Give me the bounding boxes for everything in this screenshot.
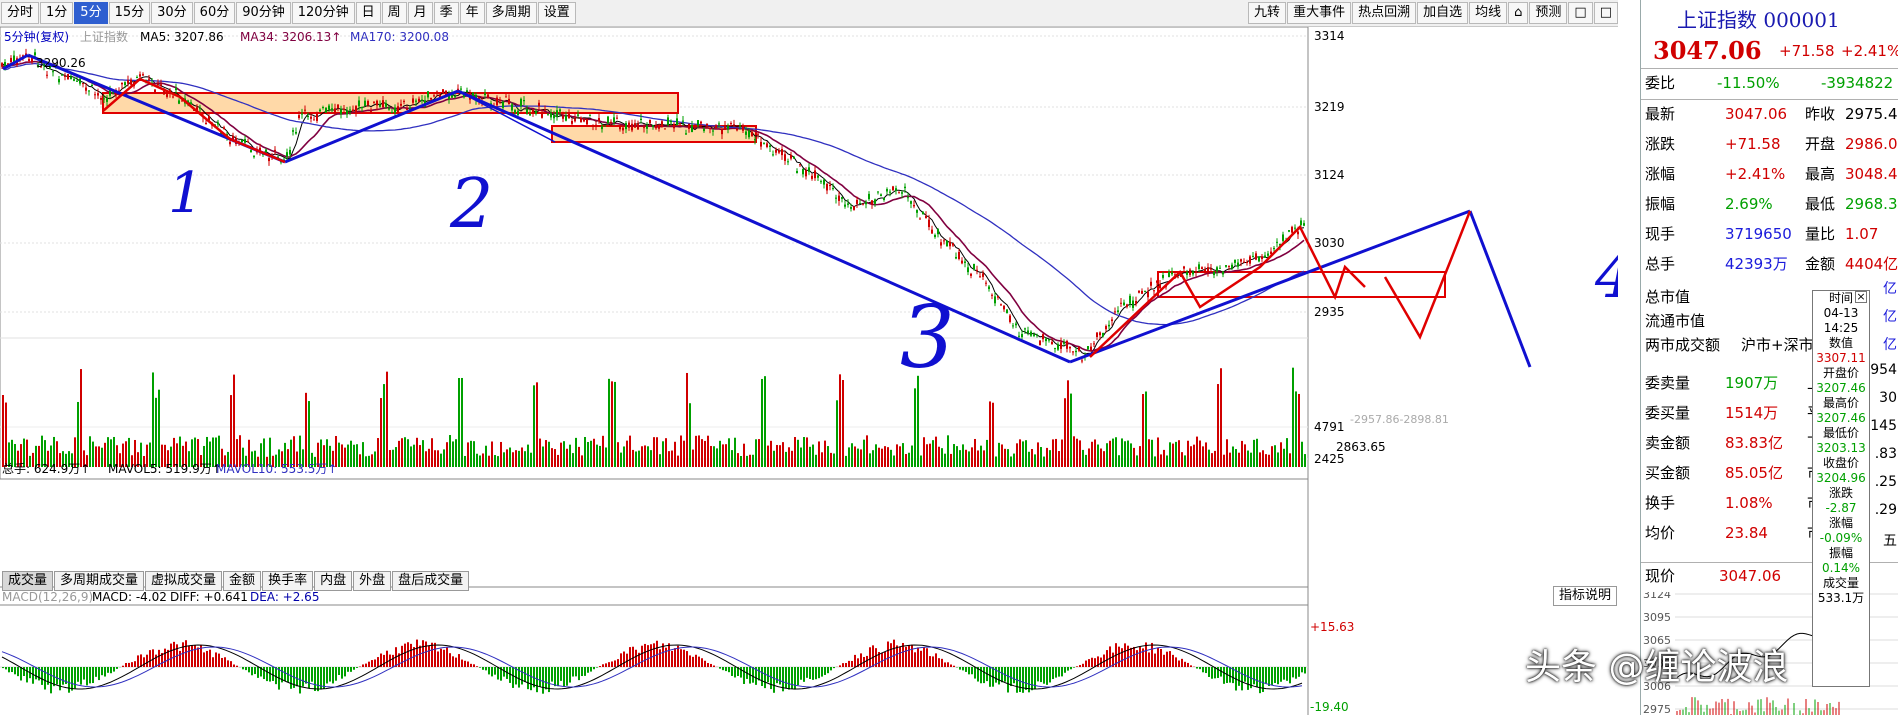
consolidation-boxes xyxy=(102,92,1446,298)
volume-tab-1[interactable]: 多周期成交量 xyxy=(54,571,145,591)
wave-label-1: 1 xyxy=(168,161,204,226)
tool-button-4[interactable]: 均线 xyxy=(1469,2,1508,24)
price-axis-label: 3030 xyxy=(1314,236,1345,250)
partial-value: 145 xyxy=(1870,418,1897,434)
legend-period: 5分钟(复权) xyxy=(4,29,69,44)
panel-price: 3047.06 xyxy=(1653,36,1762,65)
panel-change-pct: +2.41% xyxy=(1841,42,1898,60)
period-tab-13[interactable]: 多周期 xyxy=(485,2,537,24)
partial-value: 30 xyxy=(1879,390,1897,406)
period-tab-7[interactable]: 120分钟 xyxy=(291,2,355,24)
volume-tab-7[interactable]: 盘后成交量 xyxy=(392,571,470,591)
partial-value: .83 xyxy=(1874,446,1897,462)
panel-title: 上证指数 000001 xyxy=(1677,8,1840,32)
home-icon[interactable]: □ xyxy=(1568,2,1593,24)
watermark: 头条 @缠论波浪 xyxy=(1525,647,1789,688)
volume-tab-2[interactable]: 虚拟成交量 xyxy=(145,571,223,591)
volume-axis-label: 2425 xyxy=(1314,452,1345,466)
partial-value: .25 xyxy=(1874,474,1897,490)
price-axis-label: 3219 xyxy=(1314,100,1345,114)
right-tools: 九转 重大事件 热点回溯 加自选 均线 ⌂ 预测 □ □ xyxy=(1247,0,1618,26)
legend-ma34: MA34: 3206.13↑ xyxy=(240,30,341,44)
period-tab-1[interactable]: 1分 xyxy=(40,2,74,24)
tooltip-close-icon[interactable]: × xyxy=(1855,291,1867,303)
panel-change: +71.58 xyxy=(1779,42,1835,60)
tool-button-0[interactable]: 九转 xyxy=(1248,2,1287,24)
partial-value: 亿 xyxy=(1883,309,1897,325)
period-tab-10[interactable]: 月 xyxy=(407,2,433,24)
quote-row: 最新3047.06昨收2975.48 xyxy=(1645,105,1898,123)
price-axis-label: 2935 xyxy=(1314,305,1345,319)
period-tab-4[interactable]: 30分 xyxy=(151,2,193,24)
volume-tabs: 成交量 多周期成交量 虚拟成交量 金额 换手率 内盘 外盘 盘后成交量 xyxy=(2,571,470,591)
quote-row: 涨幅+2.41%最高3048.49 xyxy=(1645,165,1898,183)
legend-mavol5: MAVOL5: 519.9万↑ xyxy=(108,462,222,476)
volume-tab-5[interactable]: 内盘 xyxy=(314,571,353,591)
wave-label-4: 4 xyxy=(1594,239,1618,312)
mini-axis-label: 3095 xyxy=(1643,611,1671,624)
period-tab-5[interactable]: 60分 xyxy=(193,2,236,24)
tool-button-6[interactable]: 预测 xyxy=(1529,2,1568,24)
legend-diff: DIFF: +0.641 xyxy=(170,590,248,604)
partial-value: 954 xyxy=(1870,362,1897,378)
range-label: -2957.86-2898.81 xyxy=(1350,413,1449,426)
period-tab-11[interactable]: 季 xyxy=(433,2,459,24)
price-axis-label: 3314 xyxy=(1314,29,1345,43)
legend-name: 上证指数 xyxy=(80,29,128,44)
wave-label-2: 2 xyxy=(449,165,493,244)
wave-label-3: 3 xyxy=(900,288,955,388)
quote-row: 振幅2.69%最低2968.37 xyxy=(1645,195,1898,213)
crosshair-tooltip: 时间 04-13 14:25 数值 3307.11 开盘价 3207.46 最高… xyxy=(1812,290,1870,687)
volume-tab-3[interactable]: 金额 xyxy=(223,571,262,591)
high-label: 3290.26 xyxy=(36,56,86,70)
price-axis-label: 3124 xyxy=(1314,168,1345,182)
volume-bars xyxy=(2,367,1306,467)
period-tab-6[interactable]: 90分钟 xyxy=(236,2,291,24)
period-tab-0[interactable]: 分时 xyxy=(1,2,40,24)
period-tab-3[interactable]: 15分 xyxy=(108,2,151,24)
legend-macd-name: MACD(12,26,9) xyxy=(2,590,93,604)
legend-ma5: MA5: 3207.86 xyxy=(140,30,224,44)
legend-macd: MACD: -4.02 xyxy=(92,590,167,604)
period-tab-14[interactable]: 设置 xyxy=(537,2,576,24)
partial-value: 五 xyxy=(1883,533,1897,549)
period-tab-2[interactable]: 5分 xyxy=(74,2,108,24)
legend-mavol10: MAVOL10: 553.5万↑ xyxy=(216,462,337,476)
weibi-row: 委比 -11.50% -3934822 xyxy=(1645,74,1894,92)
volume-axis-label: 4791 xyxy=(1314,420,1345,434)
tool-button-1[interactable]: 重大事件 xyxy=(1287,2,1352,24)
lock-icon[interactable]: ⌂ xyxy=(1508,2,1529,24)
low-label: 2863.65 xyxy=(1336,440,1386,454)
quote-row: 现手 3719650 量比 1.07 xyxy=(1645,225,1879,243)
period-tab-9[interactable]: 周 xyxy=(381,2,407,24)
partial-value: .29 xyxy=(1874,502,1897,518)
volume-tab-4[interactable]: 换手率 xyxy=(262,571,314,591)
mini-axis-label: 3124 xyxy=(1643,592,1671,601)
legend-dea: DEA: +2.65 xyxy=(250,590,319,604)
mini-axis-label: 2975 xyxy=(1643,703,1671,715)
volume-tab-0[interactable]: 成交量 xyxy=(2,571,54,591)
quote-row: 涨跌+71.58开盘2986.06 xyxy=(1645,135,1898,153)
tool-button-2[interactable]: 热点回溯 xyxy=(1352,2,1417,24)
period-tab-12[interactable]: 年 xyxy=(459,2,485,24)
period-toolbar: 分时 1分 5分 15分 30分 60分 90分钟 120分钟日周月季年多周期 设置 九转 重大事件… xyxy=(0,0,1618,27)
volume-tab-6[interactable]: 外盘 xyxy=(353,571,392,591)
partial-value: 亿 xyxy=(1883,281,1897,297)
period-tab-8[interactable]: 日 xyxy=(355,2,381,24)
tool-button-3[interactable]: 加自选 xyxy=(1417,2,1469,24)
macd-axis-label: +15.63 xyxy=(1310,620,1354,634)
macd-histogram xyxy=(1,639,1306,694)
partial-value: 亿 xyxy=(1883,337,1897,353)
window-icon[interactable]: □ xyxy=(1593,2,1618,24)
legend-ma170: MA170: 3200.08 xyxy=(350,30,449,44)
macd-axis-label: -19.40 xyxy=(1310,700,1349,714)
legend-volume-total: 总手: 624.9万↑ xyxy=(2,462,90,476)
indicator-explain-button[interactable]: 指标说明 xyxy=(1553,586,1618,606)
quote-row: 总手 42393万 金额 4404亿 xyxy=(1645,255,1898,273)
kline-chart[interactable]: 5分钟(复权) 上证指数 MA5: 3207.86 MA34: 3206.13↑… xyxy=(0,27,1618,715)
